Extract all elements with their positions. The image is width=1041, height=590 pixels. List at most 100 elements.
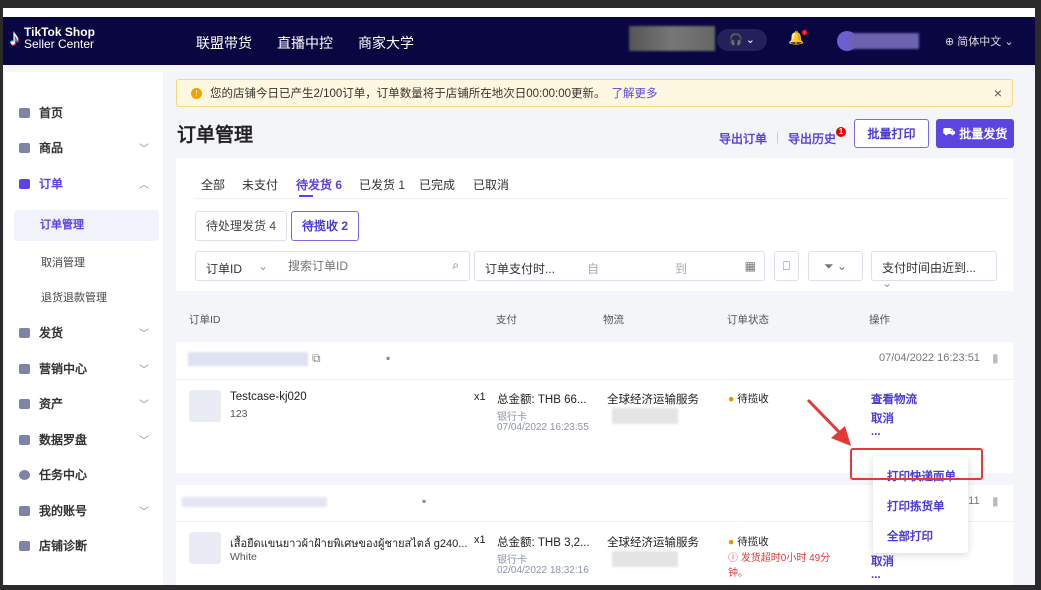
product-thumbnail <box>189 532 221 564</box>
order-search: 订单ID ⌄ ⌕ <box>195 251 470 281</box>
order-created-time: 07/04/2022 16:23:51 <box>879 352 980 364</box>
chevron-down-icon: ⌄ <box>882 276 892 290</box>
tab-unpaid[interactable]: 未支付 <box>242 176 278 193</box>
payment-method: 银行卡 <box>497 408 527 423</box>
sidebar-label: 首页 <box>39 104 63 121</box>
order-id-blurred <box>188 352 308 366</box>
language-label: 简体中文 <box>957 36 1001 48</box>
user-icon <box>19 506 30 516</box>
col-logistics: 物流 <box>603 312 624 327</box>
sidebar-item-products[interactable]: 商品﹀ <box>19 139 159 156</box>
col-actions: 操作 <box>869 312 890 327</box>
time-type-select[interactable]: 订单支付时... <box>485 260 555 277</box>
sidebar-sub-returns[interactable]: 退货退款管理 <box>41 289 107 305</box>
filter-button[interactable]: ⏷ ⌄ <box>808 251 863 281</box>
id-type-select[interactable]: 订单ID <box>206 260 242 277</box>
product-name[interactable]: เสื้อยืดแขนยาวผ้าฝ้ายพิเศษของผู้ชายสไตล์… <box>230 534 470 552</box>
sidebar-item-diagnosis[interactable]: 店铺诊断 <box>19 537 159 554</box>
flag-icon[interactable]: ▮ <box>992 351 999 365</box>
message-icon[interactable]: ▪ <box>386 351 390 365</box>
sidebar-sub-cancel[interactable]: 取消管理 <box>41 254 85 270</box>
tab-to-ship[interactable]: 待发货 6 <box>296 176 342 193</box>
to-date-input[interactable]: 到 <box>675 260 687 277</box>
search-input[interactable] <box>288 256 438 276</box>
logo-line2: Seller Center <box>24 38 95 50</box>
total-amount: 总金额: THB 66... <box>497 391 586 407</box>
truck-icon: ⛟ <box>943 127 956 140</box>
flag-icon[interactable]: ▮ <box>992 494 999 508</box>
sidebar-item-account[interactable]: 我的账号﹀ <box>19 502 159 519</box>
support-button[interactable]: 🎧 ⌄ <box>717 29 767 51</box>
menu-item-print-picking-list[interactable]: 打印拣货单 <box>887 498 945 514</box>
from-date-input[interactable]: 自 <box>587 260 599 277</box>
chevron-down-icon: ﹀ <box>139 396 149 411</box>
menu-item-print-all[interactable]: 全部打印 <box>887 528 933 544</box>
home-icon <box>19 108 30 118</box>
chevron-down-icon: ﹀ <box>139 140 149 155</box>
shop-name-blurred <box>629 26 715 51</box>
chevron-up-icon: ︿ <box>139 176 149 191</box>
more-actions-button[interactable]: ... <box>871 569 881 581</box>
sidebar-item-home[interactable]: 首页 <box>19 104 159 121</box>
product-thumbnail <box>189 390 221 422</box>
search-icon[interactable]: ⌕ <box>452 258 459 273</box>
chevron-down-icon: ⌄ <box>746 34 755 46</box>
logistics-service: 全球经济运输服务 <box>607 534 699 550</box>
product-variant: 123 <box>230 408 248 420</box>
page-title: 订单管理 <box>177 120 253 147</box>
batch-print-button[interactable]: 批量打印 <box>854 119 929 148</box>
sort-select[interactable]: 支付时间由近到... ⌄ <box>871 251 997 281</box>
message-icon[interactable]: ▪ <box>422 494 426 508</box>
medal-icon <box>19 470 30 480</box>
calendar-icon[interactable]: ▦ <box>745 259 756 273</box>
notification-badge: 1 <box>836 127 846 137</box>
top-nav: ♪ TikTok ShopSeller Center 联盟带货 直播中控 商家大… <box>3 17 1035 65</box>
filter-panel: 全部 未支付 待发货 6 已发货 1 已完成 已取消 待处理发货 4 待揽收 2… <box>176 158 1013 291</box>
sidebar-label: 任务中心 <box>39 466 87 483</box>
cancel-link[interactable]: 取消 <box>871 553 894 569</box>
quantity: x1 <box>474 534 486 546</box>
copy-icon[interactable]: ⧉ <box>312 351 321 366</box>
subtab-awaiting-pickup[interactable]: 待揽收 2 <box>291 211 359 241</box>
tab-completed[interactable]: 已完成 <box>419 176 455 193</box>
sidebar-label: 我的账号 <box>39 502 87 519</box>
nav-link-live[interactable]: 直播中控 <box>277 33 333 53</box>
truck-icon <box>19 328 30 338</box>
sidebar-label: 发货 <box>39 324 63 341</box>
close-icon[interactable]: × <box>994 85 1002 101</box>
overdue-warning: ⓘ 发货超时0小时 49分钟。 <box>728 551 838 581</box>
bookmark-button[interactable]: ⎕ <box>774 251 799 281</box>
nav-link-affiliate[interactable]: 联盟带货 <box>196 33 252 53</box>
nav-link-university[interactable]: 商家大学 <box>358 33 414 53</box>
sidebar-item-orders[interactable]: 订单︿ <box>19 175 159 192</box>
export-history-link[interactable]: 导出历史1 <box>788 130 836 147</box>
warning-icon: ! <box>191 88 202 99</box>
export-history-label: 导出历史 <box>788 132 836 146</box>
logo[interactable]: ♪ TikTok ShopSeller Center <box>9 25 95 51</box>
tab-cancelled[interactable]: 已取消 <box>473 176 509 193</box>
export-orders-link[interactable]: 导出订单 <box>719 130 767 147</box>
learn-more-link[interactable]: 了解更多 <box>612 85 658 101</box>
sidebar-item-shipping[interactable]: 发货﹀ <box>19 324 159 341</box>
more-actions-button[interactable]: ... <box>871 426 881 438</box>
product-name[interactable]: Testcase-kj020 <box>230 391 307 403</box>
bell-icon[interactable]: 🔔 <box>788 30 804 46</box>
sidebar-item-assets[interactable]: 资产﹀ <box>19 395 159 412</box>
headset-icon: 🎧 <box>729 34 743 46</box>
batch-ship-button[interactable]: ⛟批量发货 <box>936 119 1014 148</box>
sidebar-item-tasks[interactable]: 任务中心 <box>19 466 159 483</box>
quantity: x1 <box>474 391 486 403</box>
bookmark-icon: ⎕ <box>783 259 790 273</box>
sidebar-item-data-compass[interactable]: 数据罗盘﹀ <box>19 431 159 448</box>
view-logistics-link[interactable]: 查看物流 <box>871 391 917 407</box>
tab-shipped[interactable]: 已发货 1 <box>359 176 405 193</box>
sidebar-sub-order-management[interactable]: 订单管理 <box>14 210 159 241</box>
subtab-pending[interactable]: 待处理发货 4 <box>195 211 287 241</box>
product-variant: White <box>230 551 257 563</box>
account-name-blurred <box>849 33 919 49</box>
tab-all[interactable]: 全部 <box>201 176 225 193</box>
chevron-down-icon: ﹀ <box>139 432 149 447</box>
language-selector[interactable]: ⊕ 简体中文 ⌄ <box>945 33 1014 49</box>
sidebar-item-marketing[interactable]: 营销中心﹀ <box>19 360 159 377</box>
cancel-link[interactable]: 取消 <box>871 410 894 426</box>
